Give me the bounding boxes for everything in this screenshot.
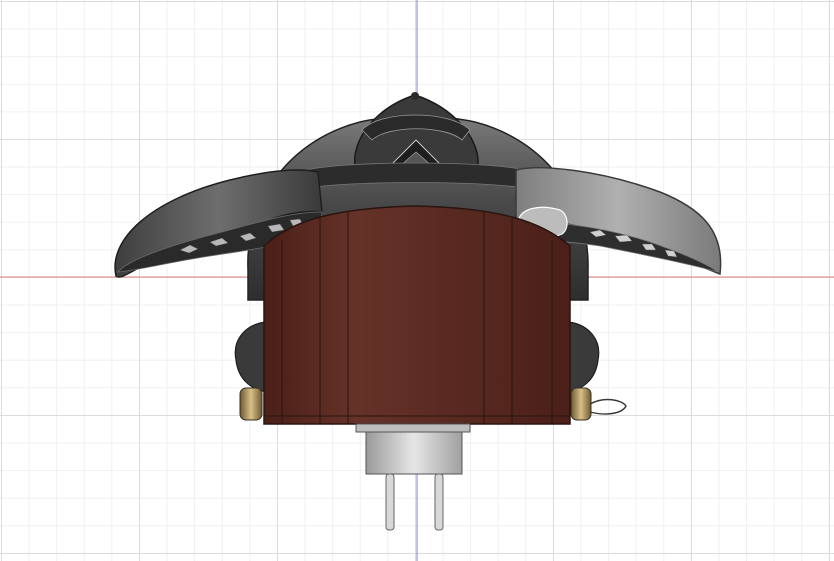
cad-model-view[interactable] bbox=[0, 0, 834, 561]
plug-neck[interactable] bbox=[355, 423, 471, 433]
plug-body[interactable] bbox=[365, 431, 463, 475]
canvas-viewport[interactable] bbox=[0, 0, 834, 561]
right-lower-ear[interactable] bbox=[565, 321, 600, 393]
top-nub bbox=[411, 92, 419, 100]
right-knob[interactable] bbox=[570, 387, 592, 421]
plug-pin-right[interactable] bbox=[434, 473, 444, 531]
right-wire bbox=[589, 398, 627, 415]
left-knob[interactable] bbox=[239, 387, 263, 421]
left-lower-ear[interactable] bbox=[234, 321, 269, 393]
wood-body[interactable] bbox=[263, 205, 571, 425]
plug-pin-left[interactable] bbox=[385, 473, 395, 531]
